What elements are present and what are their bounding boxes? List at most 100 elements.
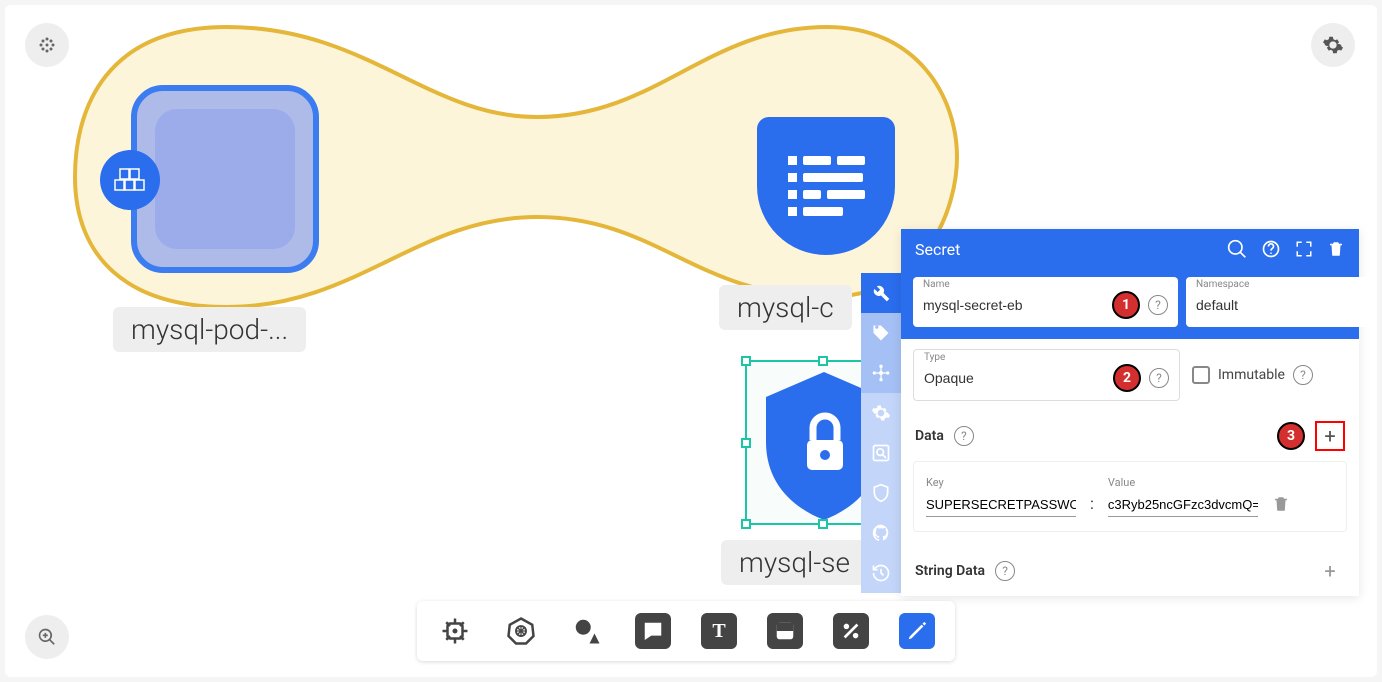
zoom-in-icon	[37, 627, 57, 647]
add-stringdata-button[interactable]: +	[1315, 556, 1345, 586]
github-icon	[871, 523, 891, 543]
trash-icon	[1272, 495, 1290, 513]
network-icon	[871, 363, 891, 383]
container-badge	[100, 150, 160, 210]
panel-name-row: Name 1 ? Namespace ?	[901, 269, 1359, 339]
tool-wrench[interactable]	[861, 273, 901, 313]
settings-button[interactable]	[1311, 23, 1355, 67]
tool-percent[interactable]	[833, 613, 869, 649]
comment-icon	[642, 620, 664, 642]
containers-icon	[114, 168, 146, 192]
tool-history[interactable]	[861, 553, 901, 593]
panel-type-row: Type 2 ? Immutable ?	[901, 339, 1359, 411]
delete-button[interactable]	[1327, 240, 1345, 258]
properties-panel: Secret Name 1 ? Namespace ? Type	[901, 229, 1359, 596]
value-field: Value	[1108, 476, 1258, 517]
help-icon	[1261, 239, 1281, 259]
side-toolbar	[861, 273, 901, 593]
configmap-node[interactable]	[757, 117, 895, 255]
tool-contrast[interactable]	[767, 613, 803, 649]
help-icon[interactable]: ?	[1148, 295, 1168, 315]
panel-title: Secret	[915, 240, 1213, 259]
data-kv-row: Key : Value	[913, 461, 1347, 532]
help-icon[interactable]: ?	[995, 561, 1015, 581]
tool-text[interactable]: T	[701, 613, 737, 649]
help-icon[interactable]: ?	[1293, 365, 1313, 385]
resize-handle[interactable]	[818, 519, 828, 529]
bottom-toolbar: T	[417, 601, 955, 661]
help-icon[interactable]: ?	[1149, 368, 1169, 388]
shapes-icon	[572, 616, 602, 646]
shield-icon	[871, 483, 891, 503]
help-button[interactable]	[1261, 239, 1281, 259]
history-icon	[871, 563, 891, 583]
list-icon	[788, 156, 865, 216]
secret-label: mysql-se	[721, 540, 868, 585]
type-field-label: Type	[924, 352, 945, 363]
panel-header: Secret	[901, 229, 1359, 269]
key-input[interactable]	[926, 493, 1076, 517]
inspect-icon	[871, 443, 891, 463]
zoom-in-button[interactable]	[25, 615, 69, 659]
help-icon[interactable]: ?	[954, 426, 974, 446]
tool-shield[interactable]	[861, 473, 901, 513]
percent-icon	[840, 620, 862, 642]
tool-tag[interactable]	[861, 313, 901, 353]
resize-handle[interactable]	[741, 519, 751, 529]
kv-separator: :	[1090, 494, 1094, 517]
annotation-1: 1	[1112, 291, 1140, 319]
immutable-checkbox[interactable]	[1192, 366, 1210, 384]
search-button[interactable]	[1227, 239, 1247, 259]
contrast-icon	[774, 620, 796, 642]
tool-chip[interactable]	[437, 613, 473, 649]
tool-inspect[interactable]	[861, 433, 901, 473]
tool-comment[interactable]	[635, 613, 671, 649]
text-icon: T	[712, 620, 725, 643]
tag-icon	[871, 323, 891, 343]
name-field-label: Name	[923, 279, 950, 290]
key-label: Key	[926, 476, 1076, 489]
value-label: Value	[1108, 476, 1258, 489]
gear-icon	[871, 403, 891, 423]
namespace-field[interactable]: Namespace ?	[1186, 277, 1377, 327]
delete-kv-button[interactable]	[1272, 495, 1290, 517]
resize-handle[interactable]	[741, 438, 751, 448]
search-icon	[1227, 239, 1247, 259]
tool-github[interactable]	[861, 513, 901, 553]
pod-inner	[155, 109, 295, 249]
key-field: Key	[926, 476, 1076, 517]
pod-label: mysql-pod-...	[113, 307, 306, 352]
namespace-input[interactable]	[1196, 297, 1377, 313]
stringdata-section-header: String Data ? +	[901, 546, 1359, 596]
annotation-3: 3	[1277, 422, 1305, 450]
tool-gear[interactable]	[861, 393, 901, 433]
type-field[interactable]: Type 2 ?	[913, 349, 1180, 401]
expand-icon	[1295, 240, 1313, 258]
canvas[interactable]: mysql-pod-... mysql-c mysql-se	[5, 5, 1377, 677]
resize-handle[interactable]	[818, 356, 828, 366]
stringdata-title: String Data	[915, 563, 985, 579]
kubernetes-icon	[506, 616, 536, 646]
name-field[interactable]: Name 1 ?	[913, 277, 1178, 327]
tool-edit[interactable]	[899, 613, 935, 649]
tool-shapes[interactable]	[569, 613, 605, 649]
tool-kubernetes[interactable]	[503, 613, 539, 649]
data-section-title: Data	[915, 428, 944, 444]
pen-icon	[906, 620, 928, 642]
immutable-label: Immutable	[1218, 367, 1285, 383]
immutable-toggle[interactable]: Immutable ?	[1192, 365, 1313, 385]
value-input[interactable]	[1108, 493, 1258, 517]
name-input[interactable]	[923, 297, 1104, 313]
expand-button[interactable]	[1295, 240, 1313, 258]
wrench-icon	[871, 283, 891, 303]
menu-icon-button[interactable]	[25, 23, 69, 67]
resize-handle[interactable]	[741, 356, 751, 366]
gear-icon	[1322, 34, 1344, 56]
annotation-2: 2	[1113, 364, 1141, 392]
configmap-label: mysql-c	[719, 285, 852, 330]
namespace-field-label: Namespace	[1196, 279, 1249, 290]
type-input[interactable]	[924, 370, 1105, 386]
tool-network[interactable]	[861, 353, 901, 393]
chip-icon	[440, 616, 470, 646]
add-data-button[interactable]: +	[1315, 421, 1345, 451]
